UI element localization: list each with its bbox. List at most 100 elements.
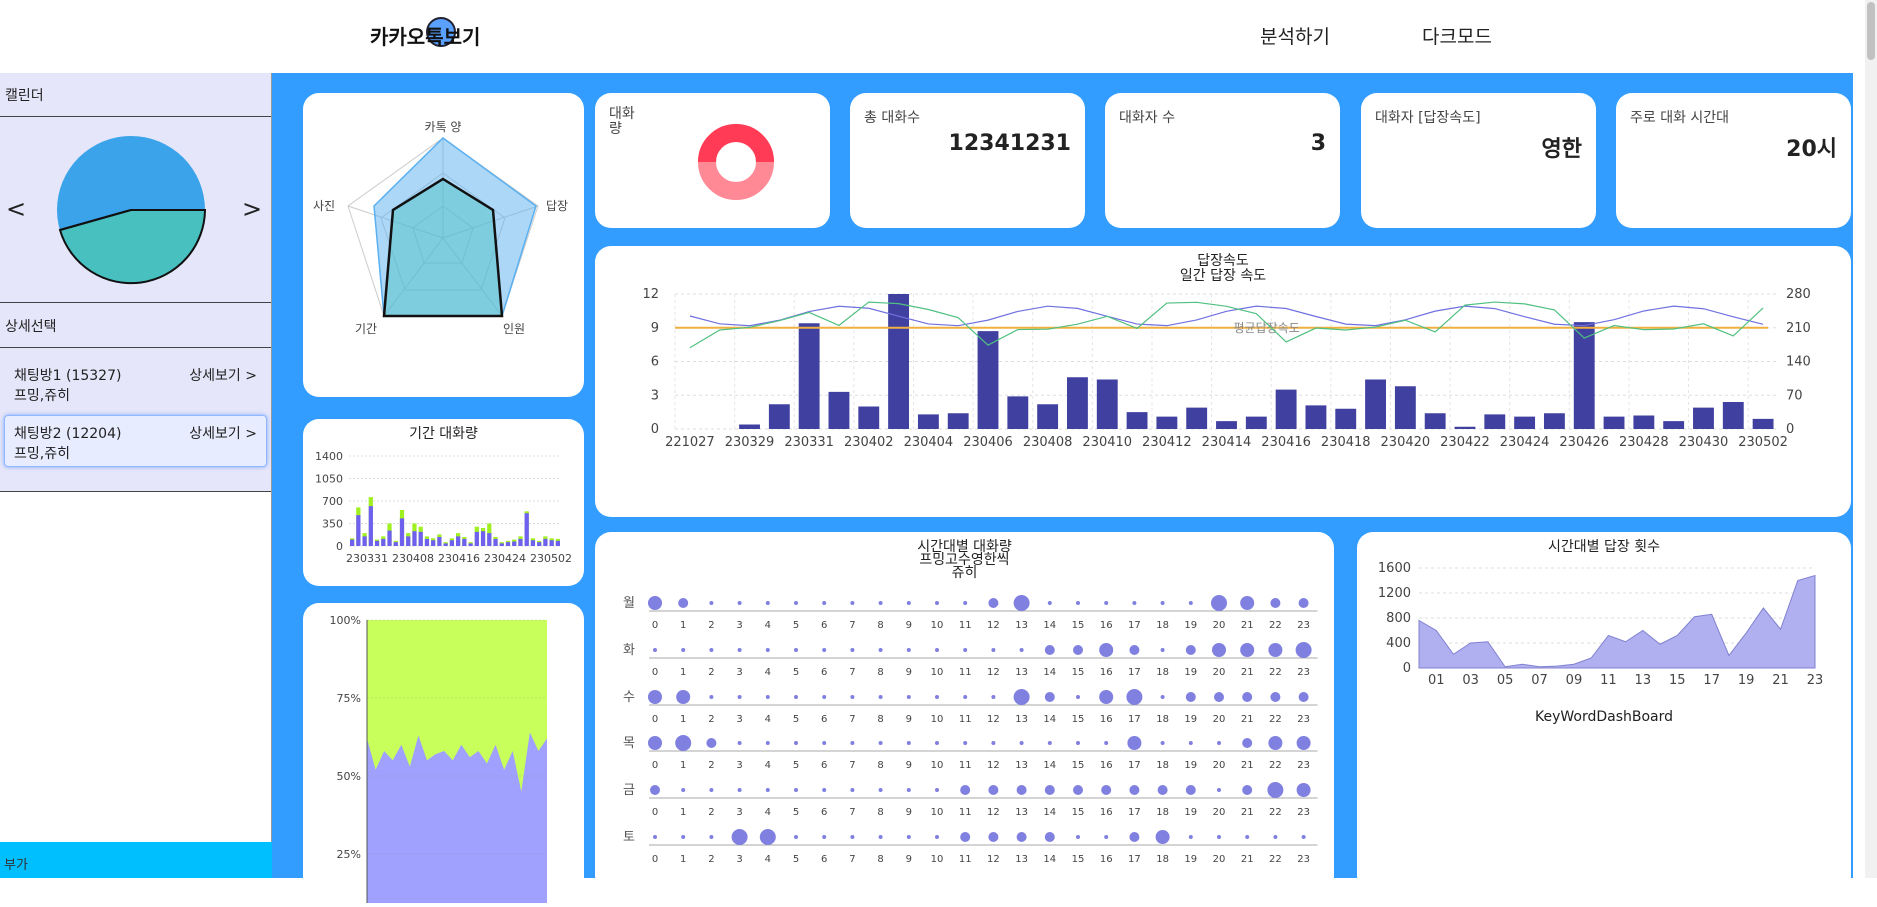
hour-dot [906, 741, 911, 745]
hour-dot [1268, 643, 1283, 657]
hour-dot [737, 601, 742, 605]
hour-dot [1129, 785, 1140, 795]
hour-dot [850, 601, 855, 605]
hour-dot [1160, 648, 1165, 652]
detail-view-link[interactable]: 상세보기 > [189, 424, 257, 444]
hour-dot [878, 695, 883, 699]
bar [493, 538, 498, 546]
hour-dot [1240, 596, 1255, 610]
x-tick-label: 230416 [438, 552, 480, 565]
hour-label: 5 [793, 620, 799, 631]
hour-label: 18 [1156, 714, 1169, 725]
hour-dot [676, 690, 691, 704]
hour-label: 10 [931, 760, 944, 771]
hour-dot [935, 741, 939, 745]
reply-speed-card: 답장속도 일간 답장 속도 0 0 3 70 6 140 9 210 12 280 221027 23… [595, 246, 1851, 517]
hour-label: 9 [906, 620, 912, 631]
hour-label: 20 [1213, 807, 1226, 818]
bar [1722, 402, 1744, 429]
stat-card-reply-speed: 대화자 [답장속도] 영한 [1361, 93, 1596, 228]
y-tick-label: 1200 [1378, 586, 1411, 601]
hour-label: 14 [1043, 854, 1056, 865]
nav-dark-mode[interactable]: 다크모드 [1422, 22, 1492, 49]
hour-label: 17 [1128, 714, 1141, 725]
hour-dot [1298, 598, 1309, 608]
nav-analyze[interactable]: 분석하기 [1260, 22, 1330, 49]
hour-label: 23 [1297, 667, 1310, 678]
bar [537, 542, 542, 546]
hour-label: 4 [765, 760, 771, 771]
hour-dot [822, 835, 827, 839]
bar [480, 531, 486, 546]
x-tick-label: 230502 [1738, 435, 1788, 450]
scrollbar-thumb[interactable] [1867, 2, 1875, 60]
hour-label: 13 [1015, 714, 1028, 725]
hour-label: 12 [987, 714, 1000, 725]
y2-tick-label: 140 [1786, 355, 1811, 370]
hour-label: 9 [906, 667, 912, 678]
hourly-volume-card: 시간대별 대화량 프밍고수영한씩 쥬히 월 0 1 2 3 4 5 6 7 8 9 10 11 12 13 1… [595, 532, 1334, 892]
hour-dot [1099, 643, 1114, 657]
hour-dot [759, 829, 776, 845]
y2-tick-label: 70 [1786, 388, 1803, 403]
hour-label: 17 [1128, 760, 1141, 771]
hour-label: 11 [959, 807, 972, 818]
radar-chart: 카톡 양 답장 인원 기간 사진 [313, 120, 568, 336]
page-scrollbar[interactable] [1865, 0, 1877, 878]
hour-label: 0 [652, 667, 658, 678]
hour-label: 8 [877, 760, 883, 771]
hour-label: 0 [652, 854, 658, 865]
hour-dot [822, 788, 827, 792]
hour-dot [906, 695, 911, 699]
hour-dot [850, 695, 855, 699]
hour-dot [1270, 598, 1281, 608]
x-tick-label: 11 [1600, 673, 1617, 688]
y-tick-label: 800 [1386, 611, 1411, 626]
bar [462, 538, 467, 546]
hour-label: 9 [906, 854, 912, 865]
hour-label: 8 [877, 667, 883, 678]
hour-dot [681, 835, 686, 839]
hour-label: 9 [906, 714, 912, 725]
calendar-next-button[interactable]: > [242, 195, 262, 223]
hour-dot [1160, 695, 1165, 699]
hour-dot [737, 648, 742, 652]
hour-label: 17 [1128, 807, 1141, 818]
hour-dot [963, 695, 968, 699]
hour-label: 23 [1297, 714, 1310, 725]
bar [1007, 396, 1029, 429]
hour-label: 16 [1100, 620, 1113, 631]
chat-room-item[interactable]: 채팅방2 (12204) 프밍,쥬히 상세보기 > [4, 415, 267, 467]
stat-card-volume: 대화 량 [595, 93, 830, 228]
hour-label: 7 [849, 667, 855, 678]
chat-room-list: 채팅방1 (15327) 프밍,쥬히 상세보기 > 채팅방2 (12204) 프… [0, 348, 271, 492]
bar [362, 536, 367, 546]
hour-dot [1047, 741, 1052, 745]
hour-label: 7 [849, 620, 855, 631]
chat-room-item[interactable]: 채팅방1 (15327) 프밍,쥬히 상세보기 > [4, 357, 267, 409]
hour-label: 21 [1241, 854, 1254, 865]
hour-label: 21 [1241, 807, 1254, 818]
stat-card-peak-time: 주로 대화 시간대 20시 [1616, 93, 1851, 228]
x-tick-label: 21 [1772, 673, 1789, 688]
radar-axis-label: 사진 [313, 199, 335, 213]
hour-label: 14 [1043, 760, 1056, 771]
hour-label: 15 [1072, 760, 1085, 771]
bar [917, 414, 939, 429]
x-tick-label: 01 [1428, 673, 1445, 688]
hour-label: 20 [1213, 854, 1226, 865]
hour-dot [709, 835, 714, 839]
hour-dot [1104, 835, 1109, 839]
hour-dot [653, 648, 657, 652]
detail-view-link[interactable]: 상세보기 > [189, 366, 257, 386]
hour-dot [1073, 785, 1083, 795]
calendar-prev-button[interactable]: < [6, 195, 26, 223]
bar [947, 413, 969, 429]
bar [1245, 416, 1267, 429]
hour-label: 0 [652, 760, 658, 771]
hour-label: 4 [765, 854, 771, 865]
hour-dot [709, 695, 714, 699]
hour-dot [1267, 782, 1284, 798]
app-logo[interactable]: 카카오톡보기 [368, 14, 484, 54]
hour-dot [1104, 741, 1109, 745]
